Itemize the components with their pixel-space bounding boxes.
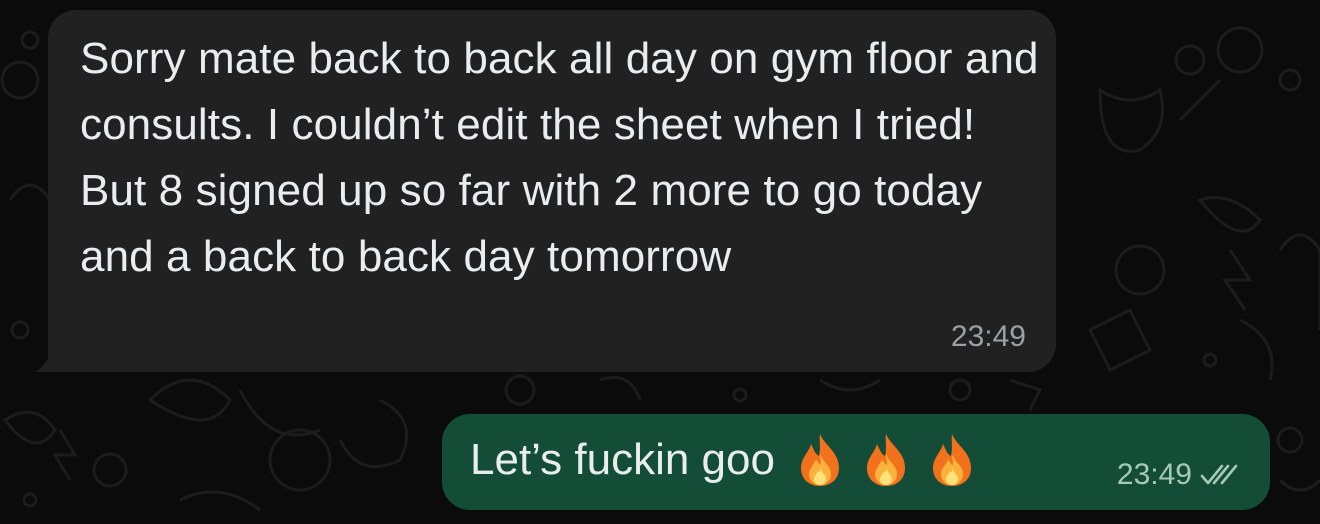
outgoing-message-bubble[interactable]: Let’s fuckin goo 23:49 — [442, 414, 1270, 510]
incoming-message-text: Sorry mate back to back all day on gym f… — [80, 34, 1039, 281]
outgoing-message-meta: 23:49 — [1117, 458, 1240, 492]
double-check-icon — [1200, 464, 1238, 485]
outgoing-message-content: Let’s fuckin goo — [470, 432, 977, 488]
incoming-bubble-tail — [34, 338, 64, 372]
outgoing-message-text: Let’s fuckin goo — [470, 435, 775, 484]
fire-icon — [866, 434, 905, 486]
outgoing-message-time: 23:49 — [1116, 458, 1192, 491]
fire-icon — [800, 434, 839, 486]
incoming-message-time: 23:49 — [950, 320, 1026, 353]
chat-background: Sorry mate back to back all day on gym f… — [0, 0, 1320, 524]
emoji-group — [795, 432, 977, 488]
incoming-message-bubble[interactable]: Sorry mate back to back all day on gym f… — [48, 10, 1056, 372]
fire-icon — [932, 434, 971, 486]
